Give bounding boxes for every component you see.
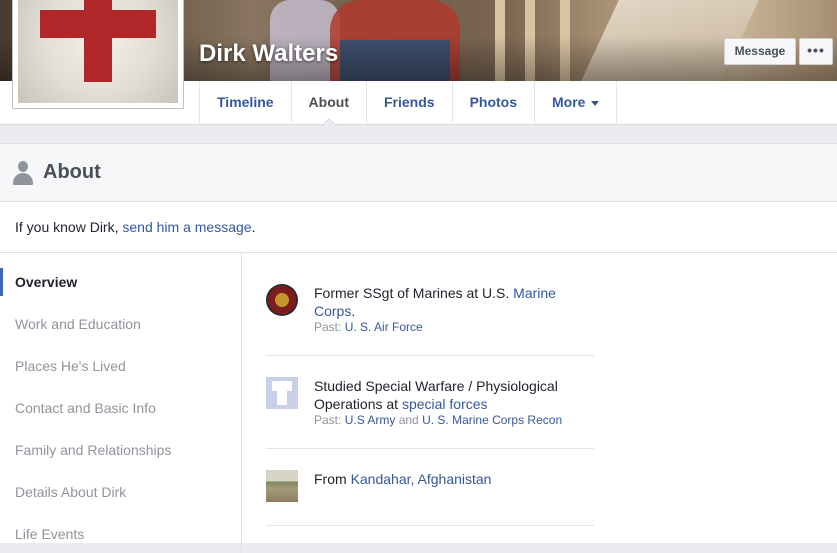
divider [266, 355, 594, 356]
marine-recon-link[interactable]: U. S. Marine Corps Recon [422, 413, 562, 427]
marine-corps-seal-icon[interactable] [266, 284, 298, 316]
about-title: About [43, 161, 101, 183]
sidenav-item-places-lived[interactable]: Places He's Lived [0, 352, 241, 380]
sidenav-item-contact-info[interactable]: Contact and Basic Info [0, 394, 241, 422]
about-intro: If you know Dirk, send him a message. [0, 202, 837, 253]
education-text: Studied Special Warfare / Physiological … [314, 378, 558, 412]
about-sidenav: Overview Work and Education Places He's … [0, 253, 242, 553]
education-past: Past: U.S Army and U. S. Marine Corps Re… [314, 413, 563, 427]
divider [266, 448, 594, 449]
work-past: Past: U. S. Air Force [314, 320, 423, 334]
intro-text: If you know Dirk, [15, 219, 123, 235]
sidenav-item-life-events[interactable]: Life Events [0, 520, 241, 548]
place-thumbnail-icon[interactable] [266, 470, 298, 502]
profile-name[interactable]: Dirk Walters [199, 40, 338, 68]
person-icon [12, 161, 34, 185]
tab-more[interactable]: More [535, 81, 618, 125]
tab-more-label: More [552, 94, 586, 110]
templar-cross-image [18, 0, 178, 103]
tab-photos[interactable]: Photos [453, 81, 536, 125]
message-button[interactable]: Message [724, 38, 796, 65]
tab-about[interactable]: About [292, 81, 367, 126]
about-header: About [0, 144, 837, 202]
kandahar-link[interactable]: Kandahar, Afghanistan [351, 471, 492, 487]
send-message-link[interactable]: send him a message [122, 219, 251, 235]
hometown-text: From Kandahar, Afghanistan [314, 471, 492, 487]
work-text: Former SSgt of Marines at U.S. Marine Co… [314, 285, 556, 319]
profile-tabs: Timeline About Friends Photos More [199, 81, 618, 126]
more-options-button[interactable]: ••• [799, 38, 833, 65]
tab-timeline[interactable]: Timeline [200, 81, 292, 125]
air-force-link[interactable]: U. S. Air Force [345, 320, 423, 334]
sidenav-item-family[interactable]: Family and Relationships [0, 436, 241, 464]
profile-picture[interactable] [12, 0, 184, 109]
sidenav-item-overview[interactable]: Overview [0, 268, 241, 296]
school-icon[interactable] [266, 377, 298, 409]
divider [266, 525, 594, 526]
about-body: Overview Work and Education Places He's … [0, 253, 837, 553]
us-army-link[interactable]: U.S Army [345, 413, 396, 427]
special-forces-link[interactable]: special forces [402, 396, 488, 412]
sidenav-item-details[interactable]: Details About Dirk [0, 478, 241, 506]
about-card: About If you know Dirk, send him a messa… [0, 143, 837, 553]
tab-friends[interactable]: Friends [367, 81, 453, 125]
sidenav-item-work-education[interactable]: Work and Education [0, 310, 241, 338]
chevron-down-icon [591, 100, 600, 106]
